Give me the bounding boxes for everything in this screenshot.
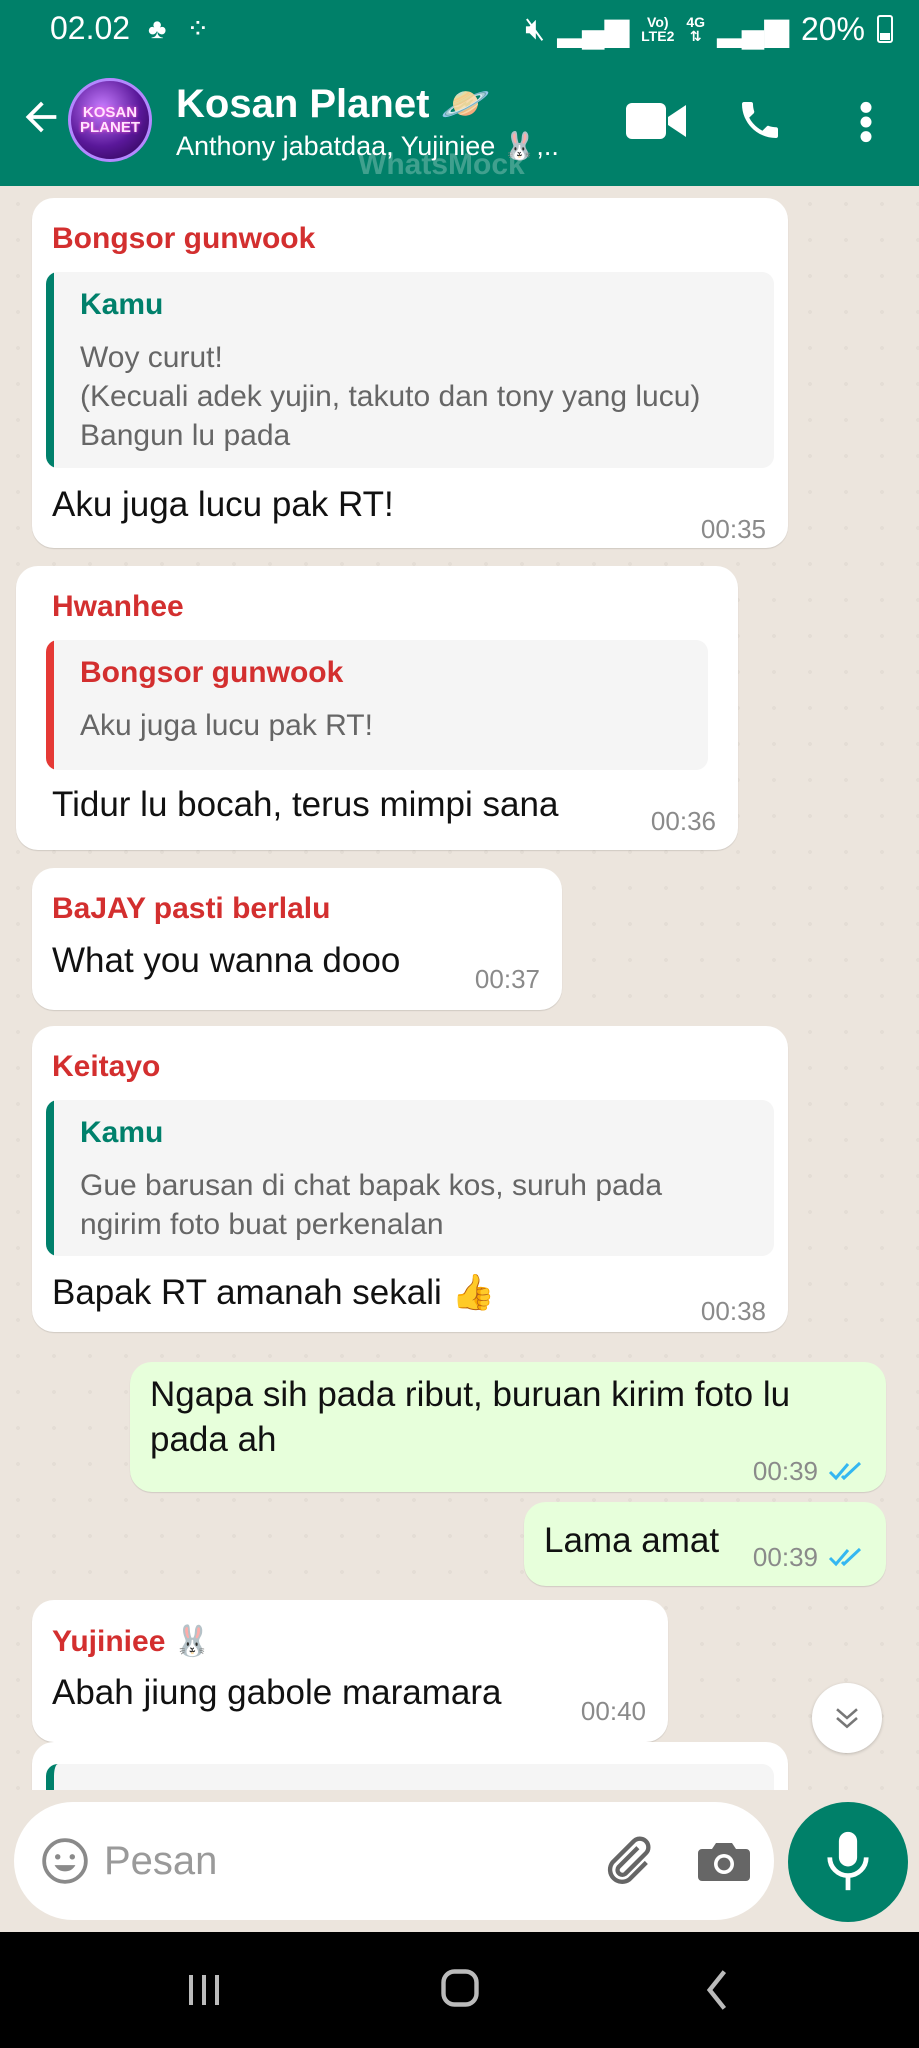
message-time: 00:39 [752,1542,818,1572]
message-time: 00:39 [752,1456,818,1486]
scroll-to-bottom-button[interactable] [812,1683,882,1753]
video-call-icon[interactable] [626,100,686,142]
quote-bar [46,640,54,770]
quoted-message[interactable]: Kamu Woy curut! (Kecuali adek yujin, tak… [46,272,774,468]
message-text-line: pada ah [150,1420,277,1459]
message-bubble[interactable]: Yujiniee 🐰 Abah jiung gabole maramara 00… [32,1600,668,1742]
message-bubble[interactable]: BaJAY pasti berlalu What you wanna dooo … [32,868,562,1010]
message-bubble[interactable]: Hwanhee Bongsor gunwook Aku juga lucu pa… [16,566,738,850]
attach-icon[interactable] [598,1832,656,1890]
sender-name[interactable]: Hwanhee [52,590,184,624]
message-text: Abah jiung gabole maramara [52,1673,502,1712]
message-time: 00:35 [700,514,766,544]
message-text: What you wanna dooo [52,941,401,980]
quote-text-line: Woy curut! [80,341,223,374]
message-input[interactable] [104,1832,584,1890]
status-bar: 02.02 ♣ ⁘ 🔇︎ ▂▄▆ Vo) LTE2 4G ⇅ ▂▄▆ 20% [0,0,919,56]
quote-text-line: Aku juga lucu pak RT! [80,709,373,742]
message-bubble[interactable]: Keitayo Kamu Gue barusan di chat bapak k… [32,1026,788,1332]
group-title[interactable]: Kosan Planet 🪐 [176,80,490,127]
double-chevron-down-icon [836,1708,858,1729]
message-text: Bapak RT amanah sekali 👍 [52,1273,496,1312]
microphone-icon [827,1831,869,1891]
message-time: 00:36 [650,806,716,836]
quote-text-line: (Kecuali adek yujin, takuto dan tony yan… [80,380,701,413]
voice-call-icon[interactable] [736,96,784,144]
sender-name[interactable]: Keitayo [52,1050,160,1084]
message-text: Aku juga lucu pak RT! [52,485,394,524]
home-icon[interactable] [438,1966,482,2010]
status-time: 02.02 [50,10,131,46]
network-4g-label: 4G ⇅ [686,14,706,44]
recent-apps-icon[interactable] [184,1970,224,2010]
chat-header: KOSAN PLANET Kosan Planet 🪐 Anthony jaba… [0,56,919,186]
message-bubble-outgoing[interactable]: Ngapa sih pada ribut, buruan kirim foto … [130,1362,886,1492]
mute-icon: 🔇︎ [525,10,546,46]
network-label: Vo) LTE2 [641,14,675,44]
quote-sender: Kamu [80,1116,164,1149]
message-text: Lama amat [544,1521,720,1560]
signal-icon-2: ▂▄▆ [717,11,789,47]
quote-bar [46,1100,54,1256]
more-options-icon[interactable] [856,100,876,144]
watermark: WhatsMock [358,148,525,181]
message-time: 00:38 [700,1296,766,1326]
message-bubble[interactable]: Bongsor gunwook Kamu Woy curut! (Kecuali… [32,198,788,548]
quoted-message[interactable]: Bongsor gunwook Aku juga lucu pak RT! [46,640,708,770]
nav-back-icon[interactable] [704,1968,730,2012]
sender-name[interactable]: BaJAY pasti berlalu [52,892,330,926]
message-bubble-partial[interactable] [32,1742,788,1790]
message-time: 00:40 [580,1696,646,1726]
back-arrow-icon[interactable] [18,94,64,140]
quote-text-line: ngirim foto buat perkenalan [80,1208,444,1241]
message-time: 00:37 [474,964,540,994]
chat-area[interactable]: Bongsor gunwook Kamu Woy curut! (Kecuali… [0,186,919,1790]
read-ticks-icon [828,1547,862,1567]
quoted-message [46,1764,774,1790]
camera-icon[interactable] [696,1836,752,1886]
message-text: Tidur lu bocah, terus mimpi sana [52,785,559,824]
quote-text-line: Bangun lu pada [80,419,291,452]
voice-message-button[interactable] [788,1802,908,1922]
sender-name[interactable]: Yujiniee 🐰 [52,1624,211,1659]
message-text-line: Ngapa sih pada ribut, buruan kirim foto … [150,1375,791,1414]
read-ticks-icon [828,1461,862,1481]
sender-name[interactable]: Bongsor gunwook [52,222,315,256]
signal-icon: ▂▄▆ [557,11,630,47]
message-composer [14,1802,774,1920]
system-nav-bar [0,1932,919,2048]
message-bubble-outgoing[interactable]: Lama amat 00:39 [524,1502,886,1586]
quote-sender: Kamu [80,288,164,321]
emoji-icon[interactable] [40,1836,90,1886]
quote-bar [46,272,54,468]
status-right: 🔇︎ ▂▄▆ Vo) LTE2 4G ⇅ ▂▄▆ 20% [525,10,893,48]
notification-icons: ♣ ⁘ [148,13,216,44]
quote-text-line: Gue barusan di chat bapak kos, suruh pad… [80,1169,663,1202]
battery-percent: 20% [800,10,865,47]
quoted-message[interactable]: Kamu Gue barusan di chat bapak kos, suru… [46,1100,774,1256]
battery-icon [877,15,893,43]
quote-sender: Bongsor gunwook [80,656,344,689]
group-avatar[interactable]: KOSAN PLANET [68,78,152,162]
